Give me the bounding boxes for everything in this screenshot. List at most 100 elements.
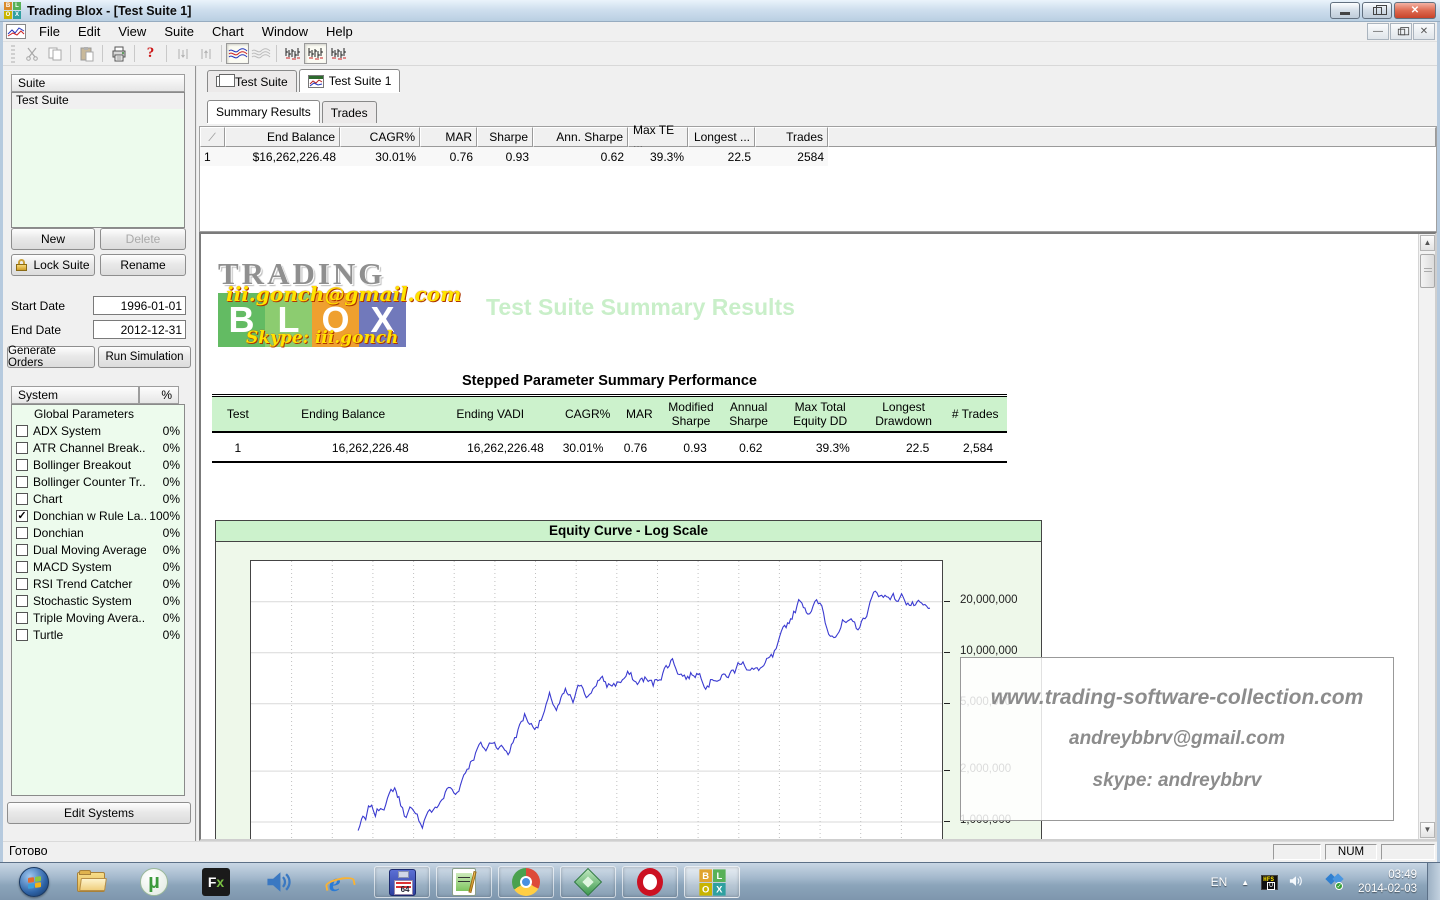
- toolbar-waves-gray-icon[interactable]: [249, 43, 272, 64]
- start-date-input[interactable]: 1996-01-01: [93, 296, 186, 315]
- mdi-minimize-button[interactable]: —: [1367, 23, 1389, 40]
- tab-test-suite[interactable]: Test Suite: [207, 70, 297, 92]
- menu-file[interactable]: File: [30, 22, 69, 41]
- system-list-item[interactable]: Turtle 0%: [12, 626, 184, 643]
- taskbar-trading-blox[interactable]: BLOX: [684, 866, 740, 898]
- grid-column-1[interactable]: End Balance: [225, 127, 340, 147]
- system-pct-header[interactable]: %: [139, 386, 179, 404]
- toolbar-bars-icon[interactable]: [304, 43, 327, 64]
- tab-summary-results[interactable]: Summary Results: [207, 100, 320, 123]
- scroll-up-arrow[interactable]: ▲: [1420, 235, 1435, 251]
- checkbox-icon[interactable]: [16, 578, 28, 590]
- grid-column-5[interactable]: Ann. Sharpe: [533, 127, 628, 147]
- chart-doc-icon[interactable]: [6, 24, 26, 39]
- grid-column-2[interactable]: CAGR%: [340, 127, 420, 147]
- taskbar-gem-app[interactable]: [560, 866, 616, 898]
- toolbar-grip[interactable]: [11, 45, 15, 63]
- taskbar-start-button[interactable]: [6, 866, 62, 898]
- checkbox-icon[interactable]: [16, 493, 28, 505]
- tray-chevron-icon[interactable]: ▲: [1241, 878, 1249, 887]
- system-list-item[interactable]: Triple Moving Avera... 0%: [12, 609, 184, 626]
- tab-test-suite-1[interactable]: Test Suite 1: [299, 69, 401, 92]
- toolbar-sort-desc-icon[interactable]: [194, 43, 217, 64]
- system-list-item[interactable]: Dual Moving Average 0%: [12, 541, 184, 558]
- checkbox-icon[interactable]: [16, 629, 28, 641]
- menu-suite[interactable]: Suite: [155, 22, 203, 41]
- toolbar-print-icon[interactable]: [107, 43, 130, 64]
- minimize-button[interactable]: [1330, 2, 1360, 19]
- toolbar-help-icon[interactable]: ?: [139, 43, 162, 64]
- hfs-tray-icon[interactable]: HFS 0: [1261, 875, 1278, 890]
- toolbar-paste-icon[interactable]: [75, 43, 98, 64]
- system-list-item[interactable]: Donchian 0%: [12, 524, 184, 541]
- close-button[interactable]: ✕: [1394, 2, 1436, 19]
- language-indicator[interactable]: EN: [1211, 875, 1228, 889]
- volume-tray-icon[interactable]: [1288, 874, 1304, 891]
- menu-window[interactable]: Window: [253, 22, 317, 41]
- new-button[interactable]: New: [11, 228, 95, 250]
- run-simulation-button[interactable]: Run Simulation: [98, 346, 191, 368]
- checkbox-icon[interactable]: [16, 612, 28, 624]
- taskbar-utorrent[interactable]: µ: [126, 866, 182, 898]
- suite-list-item[interactable]: Test Suite: [12, 93, 184, 109]
- table-row[interactable]: 1$16,262,226.4830.01%0.760.930.6239.3%22…: [200, 147, 1436, 166]
- system-panel-header[interactable]: System: [11, 386, 139, 404]
- system-list-item[interactable]: ATR Channel Break... 0%: [12, 439, 184, 456]
- checkbox-icon[interactable]: [16, 527, 28, 539]
- grid-column-3[interactable]: MAR: [420, 127, 477, 147]
- report-scrollbar[interactable]: ▲ ▼: [1418, 234, 1435, 839]
- scroll-thumb[interactable]: [1420, 254, 1435, 288]
- taskbar-internet-explorer[interactable]: e: [312, 866, 368, 898]
- menu-help[interactable]: Help: [317, 22, 362, 41]
- taskbar-clock[interactable]: 03:49 2014-02-03: [1358, 868, 1417, 896]
- mdi-close-button[interactable]: ✕: [1413, 23, 1435, 40]
- taskbar-opera[interactable]: [622, 866, 678, 898]
- toolbar-sort-asc-icon[interactable]: [171, 43, 194, 64]
- system-list-item[interactable]: Bollinger Breakout 0%: [12, 456, 184, 473]
- checkbox-icon[interactable]: [16, 595, 28, 607]
- grid-column-0[interactable]: ∕: [200, 127, 225, 147]
- toolbar-waves-icon[interactable]: [226, 43, 249, 64]
- system-list-item[interactable]: MACD System 0%: [12, 558, 184, 575]
- taskbar-fx-app[interactable]: Fx: [188, 866, 244, 898]
- checkbox-icon[interactable]: [16, 442, 28, 454]
- grid-column-8[interactable]: Trades: [755, 127, 828, 147]
- toolbar-bars-icon[interactable]: [281, 43, 304, 64]
- suite-panel-header[interactable]: Suite: [11, 74, 185, 92]
- taskbar-floppy-app[interactable]: 64: [374, 866, 430, 898]
- menu-chart[interactable]: Chart: [203, 22, 253, 41]
- system-list-item[interactable]: Bollinger Counter Tr... 0%: [12, 473, 184, 490]
- taskbar-explorer[interactable]: [64, 866, 120, 898]
- scroll-down-arrow[interactable]: ▼: [1420, 822, 1435, 838]
- toolbar-copy-icon[interactable]: [43, 43, 66, 64]
- mdi-restore-button[interactable]: [1390, 23, 1412, 40]
- system-list-item[interactable]: ADX System 0%: [12, 422, 184, 439]
- checkbox-icon[interactable]: [16, 459, 28, 471]
- grid-column-4[interactable]: Sharpe: [477, 127, 533, 147]
- menu-edit[interactable]: Edit: [69, 22, 109, 41]
- system-list-item[interactable]: Chart 0%: [12, 490, 184, 507]
- checkbox-icon[interactable]: [16, 425, 28, 437]
- checkbox-icon[interactable]: [16, 561, 28, 573]
- rename-button[interactable]: Rename: [100, 254, 186, 276]
- grid-column-7[interactable]: Longest ...: [688, 127, 755, 147]
- menu-view[interactable]: View: [109, 22, 155, 41]
- edit-systems-button[interactable]: Edit Systems: [7, 802, 191, 824]
- checkbox-icon[interactable]: [16, 476, 28, 488]
- toolbar-cut-icon[interactable]: [20, 43, 43, 64]
- toolbar-bars-icon[interactable]: [327, 43, 350, 64]
- system-group-label[interactable]: Global Parameters: [12, 405, 184, 422]
- system-list-item[interactable]: ✓ Donchian w Rule La... 100%: [12, 507, 184, 524]
- checkbox-checked-icon[interactable]: ✓: [16, 510, 28, 522]
- delete-button[interactable]: Delete: [100, 228, 186, 250]
- grid-column-6[interactable]: Max TE ...: [628, 127, 688, 147]
- taskbar-chrome[interactable]: [498, 866, 554, 898]
- system-list-item[interactable]: RSI Trend Catcher 0%: [12, 575, 184, 592]
- taskbar-editor-app[interactable]: [436, 866, 492, 898]
- restore-button[interactable]: [1362, 2, 1392, 19]
- show-desktop-button[interactable]: [1427, 863, 1440, 900]
- lock-suite-button[interactable]: Lock Suite: [11, 254, 95, 276]
- dropbox-tray-icon[interactable]: ✓: [1326, 874, 1344, 890]
- taskbar-volume-app[interactable]: [250, 866, 306, 898]
- checkbox-icon[interactable]: [16, 544, 28, 556]
